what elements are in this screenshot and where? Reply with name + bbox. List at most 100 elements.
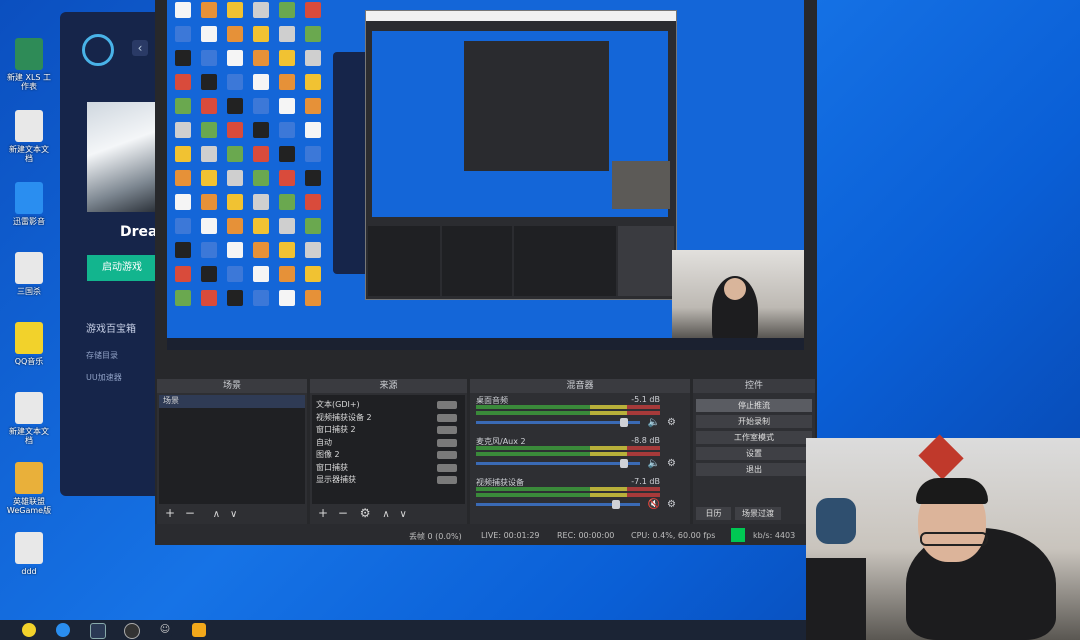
uu-accelerator-link[interactable]: UU加速器 [86,372,122,383]
webcam-overlay [806,434,1080,640]
preview-icon [305,290,321,306]
exit-button[interactable]: 退出 [696,463,812,476]
chinese-knot-decoration [918,434,964,480]
desktop-icon[interactable]: ddd [6,532,52,576]
visibility-lock-icon[interactable] [437,426,457,434]
source-item[interactable]: 自动 [312,437,465,450]
preview-icon [201,2,217,18]
visibility-lock-icon[interactable] [437,438,457,447]
fader-knob[interactable] [612,500,620,509]
source-item[interactable]: 窗口捕获 2 [312,424,465,437]
calendar-button[interactable]: 日历 [696,507,731,520]
studio-mode-button[interactable]: 工作室模式 [696,431,812,444]
preview-icon [227,170,243,186]
preview-icon [305,266,321,282]
preview-icon [175,98,191,114]
source-item[interactable]: 图像 2 [312,449,465,462]
preview-icon [227,50,243,66]
desktop-icon[interactable]: 新建 XLS 工作表 [6,38,52,91]
source-down-button[interactable]: ∨ [400,509,407,520]
channel-gear-icon[interactable]: ⚙ [667,458,676,469]
preview-icon [253,146,269,162]
fader-knob[interactable] [620,459,628,468]
sources-header: 来源 [310,379,467,393]
streamer-hair [916,478,988,504]
preview-icon [201,218,217,234]
scene-item[interactable]: 场景 [159,395,305,408]
scene-transition-button[interactable]: 场景过渡 [735,507,781,520]
preview-icon [253,218,269,234]
bitrate: kb/s: 4403 [753,531,796,540]
visibility-lock-icon[interactable] [437,413,457,422]
preview-icon [175,266,191,282]
desktop-icon[interactable]: 三国杀 [6,252,52,296]
preview-icon [227,26,243,42]
preview-icon [175,242,191,258]
preview-icon [279,26,295,42]
fader-knob[interactable] [620,418,628,427]
preview-icon [305,98,321,114]
desktop-icon[interactable]: 新建文本文档 [6,110,52,163]
remove-source-button[interactable]: − [338,506,348,520]
steam-icon[interactable] [90,623,106,639]
preview-icon [305,122,321,138]
preview-icon [253,170,269,186]
glasses [920,532,988,546]
source-item[interactable]: 视频捕获设备 2 [312,412,465,425]
add-source-button[interactable]: + [318,506,328,520]
source-item[interactable]: 显示器捕获 [312,474,465,487]
chat-icon[interactable]: ☺ [158,623,172,637]
start-recording-button[interactable]: 开始录制 [696,415,812,428]
source-up-button[interactable]: ∧ [382,509,389,520]
taskbar-browser-icon[interactable] [56,623,70,637]
visibility-lock-icon[interactable] [437,401,457,409]
preview-icon [279,170,295,186]
desktop-icon[interactable]: 英雄联盟WeGame版 [6,462,52,515]
add-scene-button[interactable]: + [165,506,175,520]
channel-gear-icon[interactable]: ⚙ [667,417,676,428]
preview-icon [175,122,191,138]
speaker-icon[interactable]: 🔈 [648,458,660,469]
obs-preview-canvas[interactable] [167,0,804,350]
desktop-icon[interactable]: 迅雷影音 [6,182,52,226]
visibility-lock-icon[interactable] [437,451,457,459]
preview-icon [201,266,217,282]
desktop-icon-graphic [15,252,43,284]
preview-icon [227,74,243,90]
muted-speaker-icon[interactable]: 🔇 [648,499,660,510]
scene-down-button[interactable]: ∨ [230,509,237,520]
preview-icon [175,290,191,306]
visibility-lock-icon[interactable] [437,463,457,472]
obs-icon[interactable] [124,623,140,639]
source-settings-gear-icon[interactable]: ⚙ [360,506,371,520]
channel-gear-icon[interactable]: ⚙ [667,499,676,510]
controls-header: 控件 [693,379,815,393]
preview-icon [253,266,269,282]
preview-icon [227,266,243,282]
visibility-lock-icon[interactable] [437,476,457,484]
preview-icon [305,242,321,258]
source-item[interactable]: 窗口捕获 [312,462,465,475]
desktop-icon[interactable]: 新建文本文档 [6,392,52,445]
dropped-frames: 丢帧 0 (0.0%) [409,532,462,541]
stop-streaming-button[interactable]: 停止推流 [696,399,812,412]
desktop-icon-label: QQ音乐 [14,357,44,366]
volume-fader[interactable] [476,421,640,424]
scene-up-button[interactable]: ∧ [213,509,220,520]
preview-icon [279,2,295,18]
start-game-button[interactable]: 启动游戏 [87,255,157,281]
back-arrow-icon[interactable]: ‹ [132,40,148,56]
game-icon[interactable] [192,623,206,637]
preview-icon [279,242,295,258]
preview-icon [175,170,191,186]
speaker-icon[interactable]: 🔈 [648,417,660,428]
source-item[interactable]: 文本(GDI+) [312,399,465,412]
taskbar-app-icon[interactable] [22,623,36,637]
settings-button[interactable]: 设置 [696,447,812,460]
volume-fader[interactable] [476,462,640,465]
level-meter [476,411,660,415]
remove-scene-button[interactable]: − [185,506,195,520]
storage-dir-link[interactable]: 存储目录 [86,350,118,361]
preview-icon [227,98,243,114]
desktop-icon[interactable]: QQ音乐 [6,322,52,366]
